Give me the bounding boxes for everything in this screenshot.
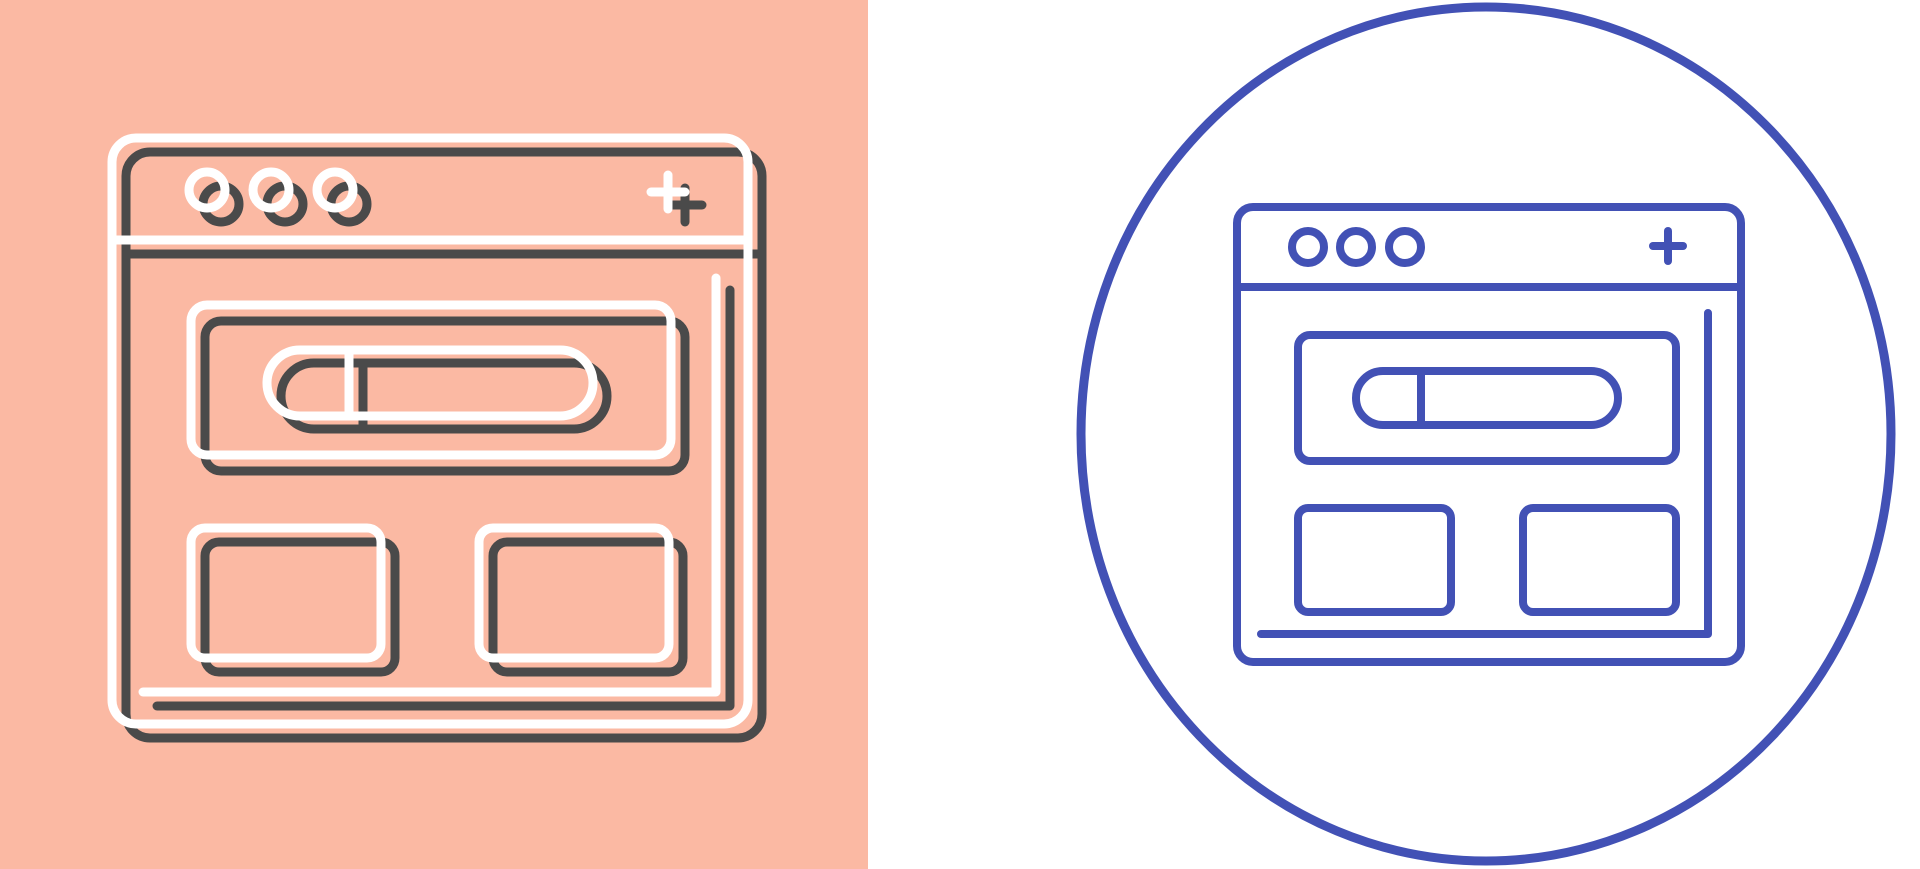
circle-frame xyxy=(1076,2,1896,866)
browser-outline-blue xyxy=(1233,203,1745,666)
scroll-line xyxy=(1257,309,1712,638)
window-frame xyxy=(1233,203,1745,666)
content-block-icon xyxy=(1294,504,1455,616)
browser-window-line-icon xyxy=(1076,2,1896,866)
dot-icon xyxy=(1385,227,1425,267)
browser-window-flat-icon xyxy=(0,0,868,869)
search-bar-icon xyxy=(1352,367,1622,429)
dot-icon xyxy=(1336,227,1376,267)
content-block-icon xyxy=(1519,504,1680,616)
icon-comparison xyxy=(0,0,1920,869)
right-panel xyxy=(868,0,1920,869)
dot-icon xyxy=(1288,227,1328,267)
left-panel xyxy=(0,0,868,869)
